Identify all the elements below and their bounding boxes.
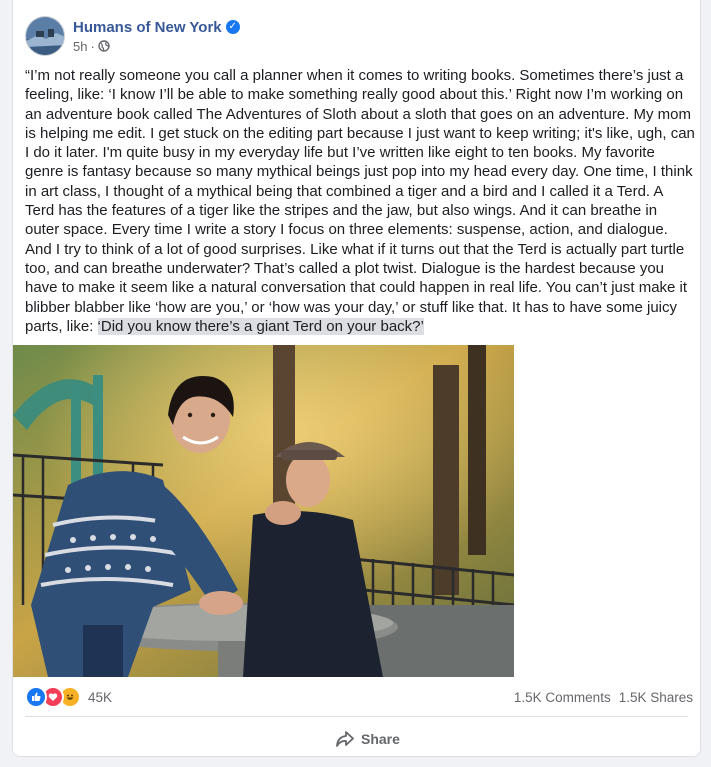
comments-count-link[interactable]: 1.5K Comments — [514, 690, 611, 705]
shares-count-link[interactable]: 1.5K Shares — [619, 690, 693, 705]
post-header: Humans of New York ✓ 5h · — [25, 14, 240, 58]
action-divider — [25, 716, 688, 717]
post-message-body: “I’m not really someone you call a plann… — [25, 67, 695, 335]
reaction-summary[interactable]: 45K — [25, 686, 112, 708]
post-photo[interactable] — [13, 345, 514, 677]
engagement-bar: 45K 1.5K Comments 1.5K Shares — [25, 686, 693, 708]
meta-separator: · — [90, 38, 95, 54]
post-timestamp[interactable]: 5h — [73, 39, 87, 54]
globe-icon[interactable] — [98, 40, 110, 52]
avatar-image — [26, 17, 64, 55]
page-name-link[interactable]: Humans of New York — [73, 19, 222, 36]
reaction-count[interactable]: 45K — [88, 690, 112, 705]
share-label: Share — [361, 731, 400, 747]
share-arrow-icon — [336, 731, 354, 747]
page-avatar[interactable] — [25, 16, 65, 56]
post-message-highlight: ‘Did you know there’s a giant Terd on yo… — [97, 317, 424, 335]
post-card: Humans of New York ✓ 5h · “I’m not reall… — [12, 0, 701, 757]
photo-image — [13, 345, 514, 677]
post-message: “I’m not really someone you call a plann… — [25, 66, 695, 336]
verified-badge-icon: ✓ — [225, 20, 240, 34]
like-icon — [25, 686, 47, 708]
share-button[interactable]: Share — [335, 726, 400, 752]
